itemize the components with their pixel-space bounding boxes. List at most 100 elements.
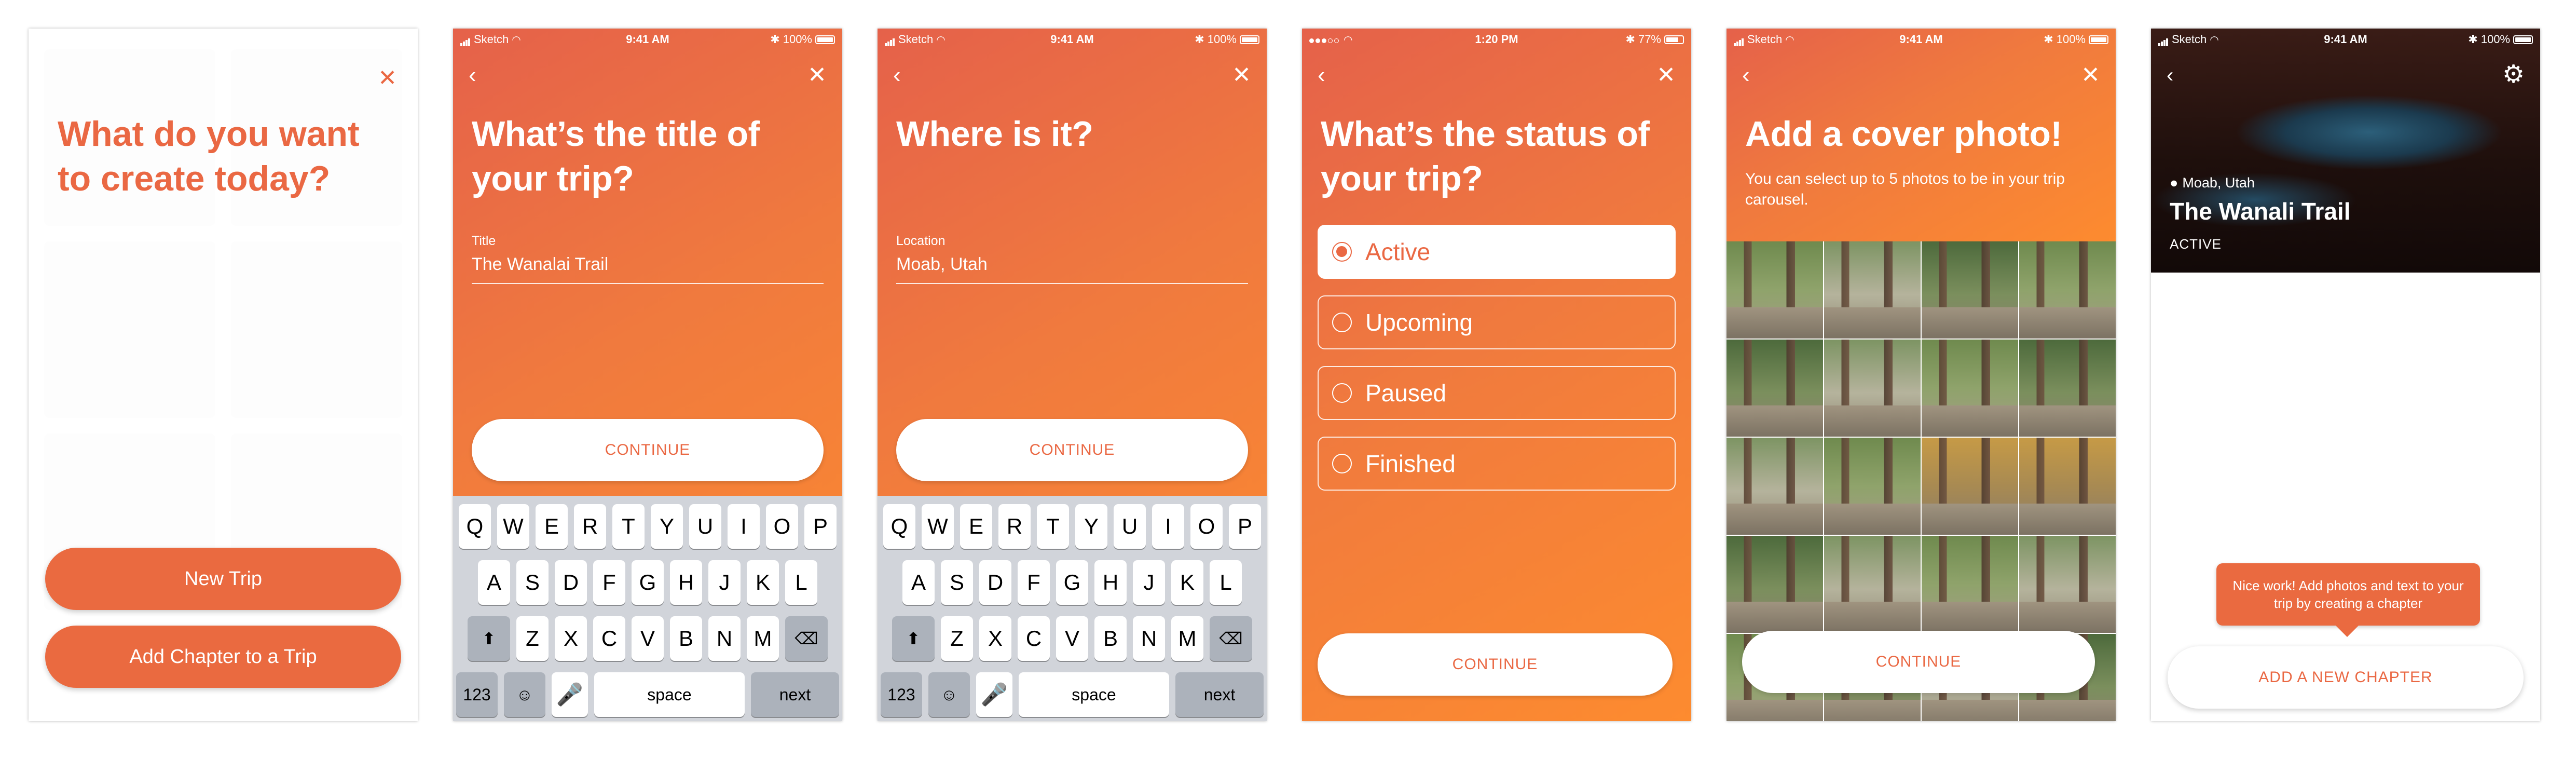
microphone-key[interactable]: 🎤	[976, 672, 1012, 717]
close-icon[interactable]: ✕	[2081, 64, 2100, 87]
key-i[interactable]: I	[1152, 504, 1184, 549]
next-key[interactable]: next	[1175, 672, 1264, 717]
numbers-key[interactable]: 123	[881, 672, 922, 717]
key-x[interactable]: X	[979, 616, 1011, 661]
key-c[interactable]: C	[593, 616, 625, 661]
photo-thumbnail[interactable]	[1824, 438, 1921, 535]
microphone-key[interactable]: 🎤	[552, 672, 588, 717]
key-l[interactable]: L	[1210, 560, 1242, 605]
emoji-key[interactable]: ☺	[928, 672, 970, 717]
photo-thumbnail[interactable]	[1922, 536, 2018, 633]
location-input[interactable]: Moab, Utah	[896, 254, 988, 275]
close-icon[interactable]: ✕	[1656, 64, 1676, 87]
photo-thumbnail[interactable]	[1922, 438, 2018, 535]
key-z[interactable]: Z	[516, 616, 549, 661]
key-d[interactable]: D	[555, 560, 587, 605]
key-k[interactable]: K	[747, 560, 779, 605]
key-f[interactable]: F	[1018, 560, 1050, 605]
key-z[interactable]: Z	[941, 616, 973, 661]
photo-thumbnail[interactable]	[2019, 438, 2116, 535]
back-icon[interactable]: ‹	[893, 64, 901, 87]
key-n[interactable]: N	[1133, 616, 1165, 661]
delete-key[interactable]: ⌫	[1210, 616, 1252, 661]
key-c[interactable]: C	[1018, 616, 1050, 661]
key-b[interactable]: B	[670, 616, 702, 661]
emoji-key[interactable]: ☺	[504, 672, 545, 717]
shift-key[interactable]: ⬆	[468, 616, 510, 661]
key-b[interactable]: B	[1094, 616, 1127, 661]
continue-button[interactable]: CONTINUE	[1742, 631, 2095, 693]
photo-thumbnail[interactable]	[1922, 340, 2018, 437]
photo-thumbnail[interactable]	[1727, 340, 1823, 437]
key-h[interactable]: H	[670, 560, 702, 605]
back-icon[interactable]: ‹	[1318, 64, 1325, 87]
key-a[interactable]: A	[902, 560, 935, 605]
continue-button[interactable]: CONTINUE	[896, 419, 1248, 481]
photo-thumbnail[interactable]	[2019, 536, 2116, 633]
key-p[interactable]: P	[804, 504, 837, 549]
key-f[interactable]: F	[593, 560, 625, 605]
status-option-finished[interactable]: Finished	[1318, 437, 1676, 491]
back-icon[interactable]: ‹	[469, 64, 476, 87]
key-m[interactable]: M	[1171, 616, 1203, 661]
photo-thumbnail[interactable]	[2019, 340, 2116, 437]
key-g[interactable]: G	[1056, 560, 1088, 605]
continue-button[interactable]: CONTINUE	[472, 419, 824, 481]
key-t[interactable]: T	[1037, 504, 1069, 549]
numbers-key[interactable]: 123	[456, 672, 498, 717]
key-r[interactable]: R	[998, 504, 1031, 549]
new-trip-button[interactable]: New Trip	[45, 548, 401, 610]
key-l[interactable]: L	[785, 560, 817, 605]
photo-thumbnail[interactable]	[1727, 438, 1823, 535]
key-i[interactable]: I	[728, 504, 760, 549]
key-x[interactable]: X	[555, 616, 587, 661]
add-chapter-button[interactable]: Add Chapter to a Trip	[45, 626, 401, 688]
photo-thumbnail[interactable]	[2019, 241, 2116, 338]
key-n[interactable]: N	[708, 616, 741, 661]
key-y[interactable]: Y	[1075, 504, 1107, 549]
space-key[interactable]: space	[1019, 672, 1169, 717]
key-k[interactable]: K	[1171, 560, 1203, 605]
space-key[interactable]: space	[594, 672, 745, 717]
status-option-active[interactable]: Active	[1318, 225, 1676, 279]
key-v[interactable]: V	[632, 616, 664, 661]
gear-icon[interactable]: ⚙	[2502, 60, 2525, 89]
close-icon[interactable]: ✕	[1232, 64, 1251, 87]
delete-key[interactable]: ⌫	[785, 616, 828, 661]
key-j[interactable]: J	[1133, 560, 1165, 605]
close-icon[interactable]: ✕	[807, 64, 827, 87]
key-h[interactable]: H	[1094, 560, 1127, 605]
key-p[interactable]: P	[1229, 504, 1261, 549]
key-u[interactable]: U	[689, 504, 721, 549]
key-o[interactable]: O	[1190, 504, 1223, 549]
key-r[interactable]: R	[574, 504, 606, 549]
photo-thumbnail[interactable]	[1922, 241, 2018, 338]
add-chapter-button[interactable]: ADD A NEW CHAPTER	[2168, 646, 2524, 709]
photo-thumbnail[interactable]	[1824, 340, 1921, 437]
key-g[interactable]: G	[632, 560, 664, 605]
key-t[interactable]: T	[612, 504, 645, 549]
key-v[interactable]: V	[1056, 616, 1088, 661]
key-o[interactable]: O	[766, 504, 798, 549]
shift-key[interactable]: ⬆	[892, 616, 935, 661]
key-q[interactable]: Q	[459, 504, 491, 549]
title-input[interactable]: The Wanalai Trail	[472, 254, 608, 275]
status-option-paused[interactable]: Paused	[1318, 366, 1676, 420]
key-w[interactable]: W	[497, 504, 529, 549]
key-y[interactable]: Y	[651, 504, 683, 549]
key-e[interactable]: E	[536, 504, 568, 549]
key-d[interactable]: D	[979, 560, 1011, 605]
key-a[interactable]: A	[478, 560, 510, 605]
key-u[interactable]: U	[1114, 504, 1146, 549]
key-s[interactable]: S	[516, 560, 549, 605]
next-key[interactable]: next	[751, 672, 839, 717]
key-w[interactable]: W	[922, 504, 954, 549]
back-icon[interactable]: ‹	[1742, 64, 1750, 87]
photo-thumbnail[interactable]	[1824, 536, 1921, 633]
photo-thumbnail[interactable]	[1727, 241, 1823, 338]
photo-thumbnail[interactable]	[1824, 241, 1921, 338]
key-q[interactable]: Q	[883, 504, 915, 549]
back-icon[interactable]: ‹	[2167, 64, 2173, 87]
key-m[interactable]: M	[747, 616, 779, 661]
key-j[interactable]: J	[708, 560, 741, 605]
